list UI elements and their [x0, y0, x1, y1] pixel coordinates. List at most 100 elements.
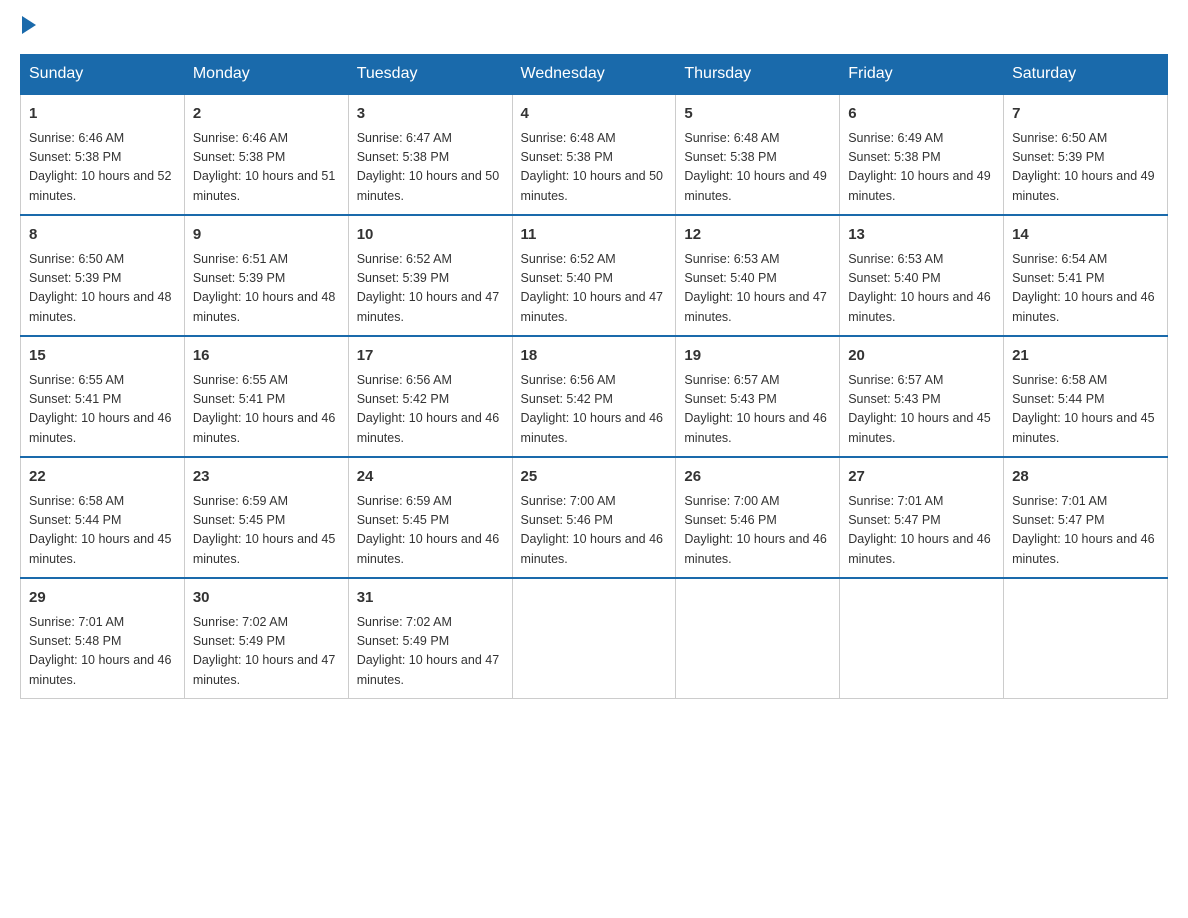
calendar-cell: 20 Sunrise: 6:57 AMSunset: 5:43 PMDayligh… — [840, 336, 1004, 457]
day-number: 27 — [848, 466, 995, 489]
day-info: Sunrise: 6:59 AMSunset: 5:45 PMDaylight:… — [357, 492, 504, 570]
calendar-cell: 26 Sunrise: 7:00 AMSunset: 5:46 PMDayligh… — [676, 457, 840, 578]
week-row-5: 29Sunrise: 7:01 AMSunset: 5:48 PMDayligh… — [21, 578, 1168, 699]
calendar-cell: 13Sunrise: 6:53 AMSunset: 5:40 PMDayligh… — [840, 215, 1004, 336]
day-number: 17 — [357, 345, 504, 368]
day-number: 5 — [684, 103, 831, 126]
calendar-cell: 1 Sunrise: 6:46 AMSunset: 5:38 PMDaylight… — [21, 94, 185, 215]
calendar-table: SundayMondayTuesdayWednesdayThursdayFrid… — [20, 54, 1168, 699]
day-number: 15 — [29, 345, 176, 368]
calendar-cell: 8 Sunrise: 6:50 AMSunset: 5:39 PMDaylight… — [21, 215, 185, 336]
day-number: 14 — [1012, 224, 1159, 247]
day-number: 6 — [848, 103, 995, 126]
week-row-3: 15 Sunrise: 6:55 AMSunset: 5:41 PMDayligh… — [21, 336, 1168, 457]
day-info: Sunrise: 7:01 AMSunset: 5:47 PMDaylight:… — [848, 492, 995, 570]
calendar-cell: 11 Sunrise: 6:52 AMSunset: 5:40 PMDayligh… — [512, 215, 676, 336]
day-info: Sunrise: 6:57 AMSunset: 5:43 PMDaylight:… — [848, 371, 995, 449]
day-info: Sunrise: 6:53 AMSunset: 5:40 PMDaylight:… — [684, 250, 831, 328]
day-number: 1 — [29, 103, 176, 126]
calendar-cell: 22 Sunrise: 6:58 AMSunset: 5:44 PMDayligh… — [21, 457, 185, 578]
logo-triangle-icon — [22, 16, 36, 34]
week-row-2: 8 Sunrise: 6:50 AMSunset: 5:39 PMDaylight… — [21, 215, 1168, 336]
day-number: 19 — [684, 345, 831, 368]
day-info: Sunrise: 6:46 AMSunset: 5:38 PMDaylight:… — [193, 129, 340, 207]
calendar-cell: 2 Sunrise: 6:46 AMSunset: 5:38 PMDaylight… — [184, 94, 348, 215]
day-info: Sunrise: 6:56 AMSunset: 5:42 PMDaylight:… — [521, 371, 668, 449]
day-info: Sunrise: 6:56 AMSunset: 5:42 PMDaylight:… — [357, 371, 504, 449]
header-monday: Monday — [184, 55, 348, 95]
day-number: 25 — [521, 466, 668, 489]
day-info: Sunrise: 7:00 AMSunset: 5:46 PMDaylight:… — [684, 492, 831, 570]
calendar-cell: 25 Sunrise: 7:00 AMSunset: 5:46 PMDayligh… — [512, 457, 676, 578]
calendar-cell: 6 Sunrise: 6:49 AMSunset: 5:38 PMDaylight… — [840, 94, 1004, 215]
day-number: 22 — [29, 466, 176, 489]
calendar-cell: 18 Sunrise: 6:56 AMSunset: 5:42 PMDayligh… — [512, 336, 676, 457]
calendar-cell: 27 Sunrise: 7:01 AMSunset: 5:47 PMDayligh… — [840, 457, 1004, 578]
day-number: 24 — [357, 466, 504, 489]
day-number: 21 — [1012, 345, 1159, 368]
header-wednesday: Wednesday — [512, 55, 676, 95]
day-number: 18 — [521, 345, 668, 368]
day-info: Sunrise: 6:47 AMSunset: 5:38 PMDaylight:… — [357, 129, 504, 207]
day-number: 10 — [357, 224, 504, 247]
day-info: Sunrise: 6:59 AMSunset: 5:45 PMDaylight:… — [193, 492, 340, 570]
week-row-1: 1 Sunrise: 6:46 AMSunset: 5:38 PMDaylight… — [21, 94, 1168, 215]
calendar-cell: 28Sunrise: 7:01 AMSunset: 5:47 PMDayligh… — [1004, 457, 1168, 578]
calendar-cell: 9 Sunrise: 6:51 AMSunset: 5:39 PMDaylight… — [184, 215, 348, 336]
day-info: Sunrise: 6:48 AMSunset: 5:38 PMDaylight:… — [521, 129, 668, 207]
day-number: 20 — [848, 345, 995, 368]
day-number: 13 — [848, 224, 995, 247]
day-number: 2 — [193, 103, 340, 126]
day-info: Sunrise: 6:52 AMSunset: 5:40 PMDaylight:… — [521, 250, 668, 328]
day-number: 31 — [357, 587, 504, 610]
calendar-cell: 3 Sunrise: 6:47 AMSunset: 5:38 PMDaylight… — [348, 94, 512, 215]
calendar-cell: 19 Sunrise: 6:57 AMSunset: 5:43 PMDayligh… — [676, 336, 840, 457]
header-saturday: Saturday — [1004, 55, 1168, 95]
day-info: Sunrise: 6:51 AMSunset: 5:39 PMDaylight:… — [193, 250, 340, 328]
day-info: Sunrise: 6:50 AMSunset: 5:39 PMDaylight:… — [29, 250, 176, 328]
calendar-cell — [1004, 578, 1168, 699]
day-info: Sunrise: 6:49 AMSunset: 5:38 PMDaylight:… — [848, 129, 995, 207]
day-info: Sunrise: 6:52 AMSunset: 5:39 PMDaylight:… — [357, 250, 504, 328]
day-info: Sunrise: 6:55 AMSunset: 5:41 PMDaylight:… — [29, 371, 176, 449]
header-sunday: Sunday — [21, 55, 185, 95]
day-info: Sunrise: 7:02 AMSunset: 5:49 PMDaylight:… — [357, 613, 504, 691]
calendar-cell: 12 Sunrise: 6:53 AMSunset: 5:40 PMDayligh… — [676, 215, 840, 336]
calendar-cell: 29Sunrise: 7:01 AMSunset: 5:48 PMDayligh… — [21, 578, 185, 699]
day-info: Sunrise: 7:01 AMSunset: 5:47 PMDaylight:… — [1012, 492, 1159, 570]
page-header — [20, 20, 1168, 34]
day-number: 26 — [684, 466, 831, 489]
logo-blue-part — [20, 20, 36, 34]
calendar-cell — [840, 578, 1004, 699]
calendar-header-row: SundayMondayTuesdayWednesdayThursdayFrid… — [21, 55, 1168, 95]
calendar-cell: 31 Sunrise: 7:02 AMSunset: 5:49 PMDayligh… — [348, 578, 512, 699]
day-info: Sunrise: 6:57 AMSunset: 5:43 PMDaylight:… — [684, 371, 831, 449]
day-info: Sunrise: 7:02 AMSunset: 5:49 PMDaylight:… — [193, 613, 340, 691]
calendar-cell: 10 Sunrise: 6:52 AMSunset: 5:39 PMDayligh… — [348, 215, 512, 336]
calendar-cell: 30 Sunrise: 7:02 AMSunset: 5:49 PMDayligh… — [184, 578, 348, 699]
calendar-cell: 16 Sunrise: 6:55 AMSunset: 5:41 PMDayligh… — [184, 336, 348, 457]
header-tuesday: Tuesday — [348, 55, 512, 95]
header-friday: Friday — [840, 55, 1004, 95]
calendar-cell — [512, 578, 676, 699]
day-number: 3 — [357, 103, 504, 126]
calendar-cell: 7Sunrise: 6:50 AMSunset: 5:39 PMDaylight… — [1004, 94, 1168, 215]
day-number: 9 — [193, 224, 340, 247]
day-info: Sunrise: 6:46 AMSunset: 5:38 PMDaylight:… — [29, 129, 176, 207]
day-info: Sunrise: 7:01 AMSunset: 5:48 PMDaylight:… — [29, 613, 176, 691]
day-info: Sunrise: 6:55 AMSunset: 5:41 PMDaylight:… — [193, 371, 340, 449]
day-number: 8 — [29, 224, 176, 247]
logo — [20, 20, 36, 34]
day-number: 30 — [193, 587, 340, 610]
calendar-cell: 21Sunrise: 6:58 AMSunset: 5:44 PMDayligh… — [1004, 336, 1168, 457]
day-info: Sunrise: 6:58 AMSunset: 5:44 PMDaylight:… — [29, 492, 176, 570]
day-number: 11 — [521, 224, 668, 247]
day-number: 4 — [521, 103, 668, 126]
calendar-cell: 4 Sunrise: 6:48 AMSunset: 5:38 PMDaylight… — [512, 94, 676, 215]
day-number: 16 — [193, 345, 340, 368]
calendar-cell: 14Sunrise: 6:54 AMSunset: 5:41 PMDayligh… — [1004, 215, 1168, 336]
day-info: Sunrise: 7:00 AMSunset: 5:46 PMDaylight:… — [521, 492, 668, 570]
week-row-4: 22 Sunrise: 6:58 AMSunset: 5:44 PMDayligh… — [21, 457, 1168, 578]
day-info: Sunrise: 6:48 AMSunset: 5:38 PMDaylight:… — [684, 129, 831, 207]
day-number: 12 — [684, 224, 831, 247]
